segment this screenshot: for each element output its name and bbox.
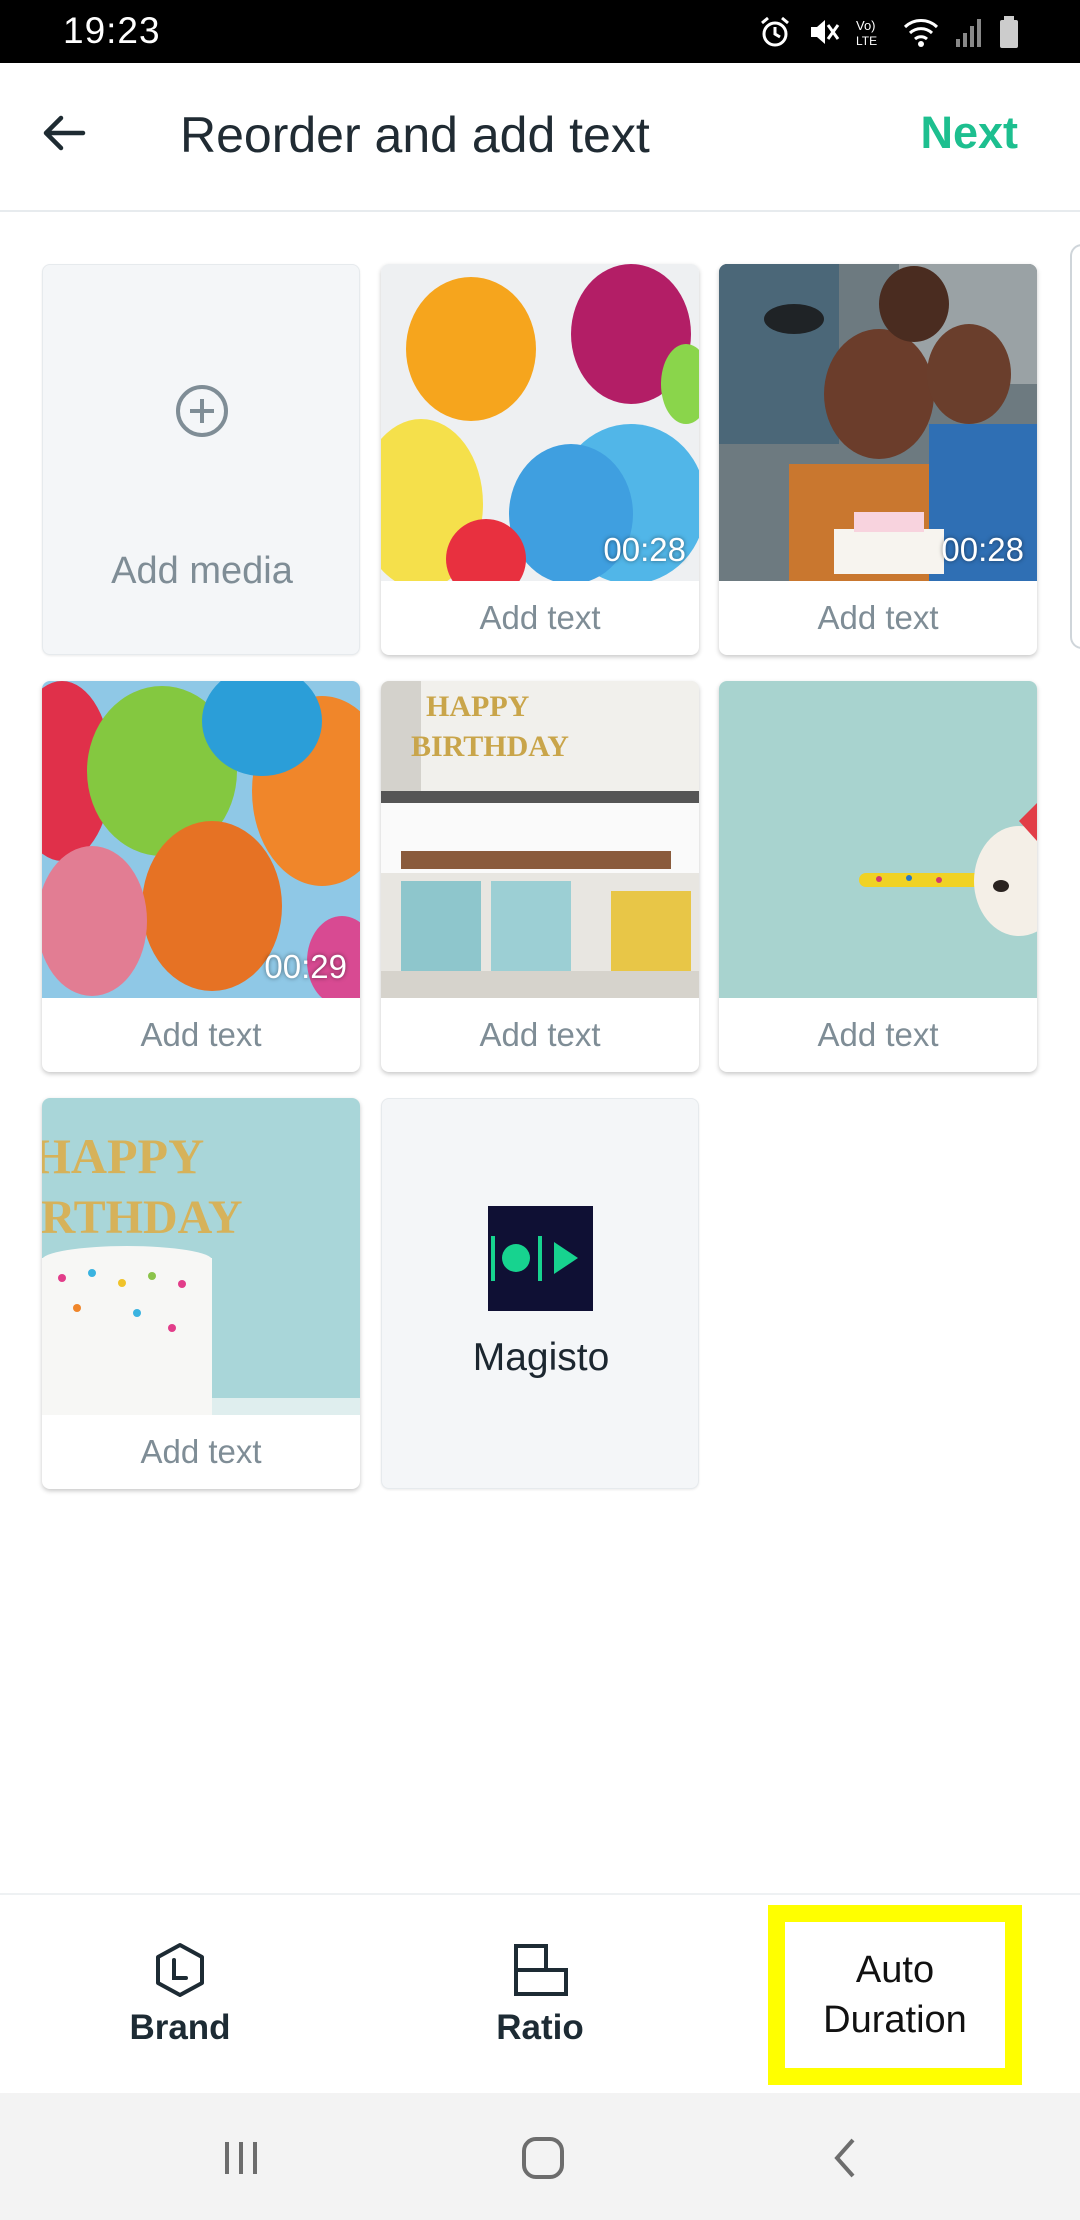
add-text-button[interactable]: Add text [42, 1415, 360, 1489]
svg-text:BIRTHDAY: BIRTHDAY [411, 730, 569, 763]
magisto-logo-icon [491, 1236, 578, 1281]
media-item[interactable]: Add text [719, 681, 1037, 1072]
media-thumbnail: HAPPY BIRTHDAY [381, 681, 699, 998]
svg-text:HAPPY: HAPPY [42, 1128, 204, 1184]
add-text-button[interactable]: Add text [42, 998, 360, 1072]
signal-icon [956, 19, 981, 47]
home-icon [522, 2137, 564, 2179]
media-item[interactable]: HAPPY BIRTHDAY Add text [381, 681, 699, 1072]
media-thumbnail: HAPPY IRTHDAY [42, 1098, 360, 1415]
media-item[interactable]: 00:29 Add text [42, 681, 360, 1072]
page-title: Reorder and add text [180, 107, 650, 163]
add-text-button[interactable]: Add text [719, 998, 1037, 1072]
ratio-icon [514, 1944, 568, 1996]
add-text-button[interactable]: Add text [381, 998, 699, 1072]
next-panel-edge [1070, 244, 1080, 649]
plus-circle-icon [176, 385, 228, 437]
duration-badge: 00:28 [603, 531, 686, 568]
duration-badge: 00:28 [941, 531, 1024, 568]
recents-icon [225, 2142, 257, 2174]
recents-button[interactable] [206, 2123, 276, 2193]
status-icons: Vo) LTE [758, 12, 1020, 52]
ratio-label: Ratio [496, 2008, 584, 2047]
status-bar: 19:23 Vo) LTE [0, 0, 1080, 63]
duration-label-line1: Auto [855, 1949, 935, 1991]
back-button[interactable] [36, 105, 92, 161]
bottom-toolbar: Brand Ratio Auto Duration [0, 1893, 1080, 2093]
system-nav-bar [0, 2093, 1080, 2220]
header: Reorder and add text Next [0, 63, 1080, 212]
add-media-label: Add media [111, 550, 293, 592]
media-item[interactable]: HAPPY IRTHDAY Add text [42, 1098, 360, 1489]
battery-icon [1000, 16, 1018, 48]
media-item[interactable]: 00:28 Add text [381, 264, 699, 655]
magisto-logo [488, 1206, 593, 1311]
alarm-icon [761, 16, 789, 47]
auto-duration-button[interactable]: Auto Duration [768, 1905, 1022, 2085]
add-text-button[interactable]: Add text [719, 581, 1037, 655]
duration-badge: 00:29 [264, 948, 347, 985]
nav-back-button[interactable] [810, 2123, 880, 2193]
status-time: 19:23 [63, 10, 161, 51]
ratio-button[interactable]: Ratio [450, 1895, 630, 2095]
svg-text:Vo): Vo) [856, 18, 876, 33]
brand-hexagon-icon [156, 1943, 204, 1997]
logo-tile[interactable]: Magisto [381, 1098, 699, 1489]
brand-label: Brand [129, 2008, 231, 2047]
home-button[interactable] [508, 2123, 578, 2193]
svg-text:HAPPY: HAPPY [426, 690, 530, 723]
add-text-button[interactable]: Add text [381, 581, 699, 655]
svg-text:LTE: LTE [856, 34, 877, 48]
back-arrow-icon [43, 115, 86, 151]
duration-label-line2: Duration [823, 1999, 967, 2041]
mute-icon [811, 20, 840, 44]
media-thumbnail [719, 681, 1037, 998]
volte-icon: Vo)LTE [856, 18, 877, 48]
nav-back-icon [834, 2138, 855, 2178]
add-media-tile[interactable]: Add media [42, 264, 360, 655]
next-button[interactable]: Next [920, 107, 1018, 159]
media-item[interactable]: 00:28 Add text [719, 264, 1037, 655]
logo-label: Magisto [472, 1336, 610, 1379]
svg-text:IRTHDAY: IRTHDAY [42, 1191, 243, 1244]
brand-button[interactable]: Brand [90, 1895, 270, 2095]
wifi-icon [903, 19, 939, 47]
